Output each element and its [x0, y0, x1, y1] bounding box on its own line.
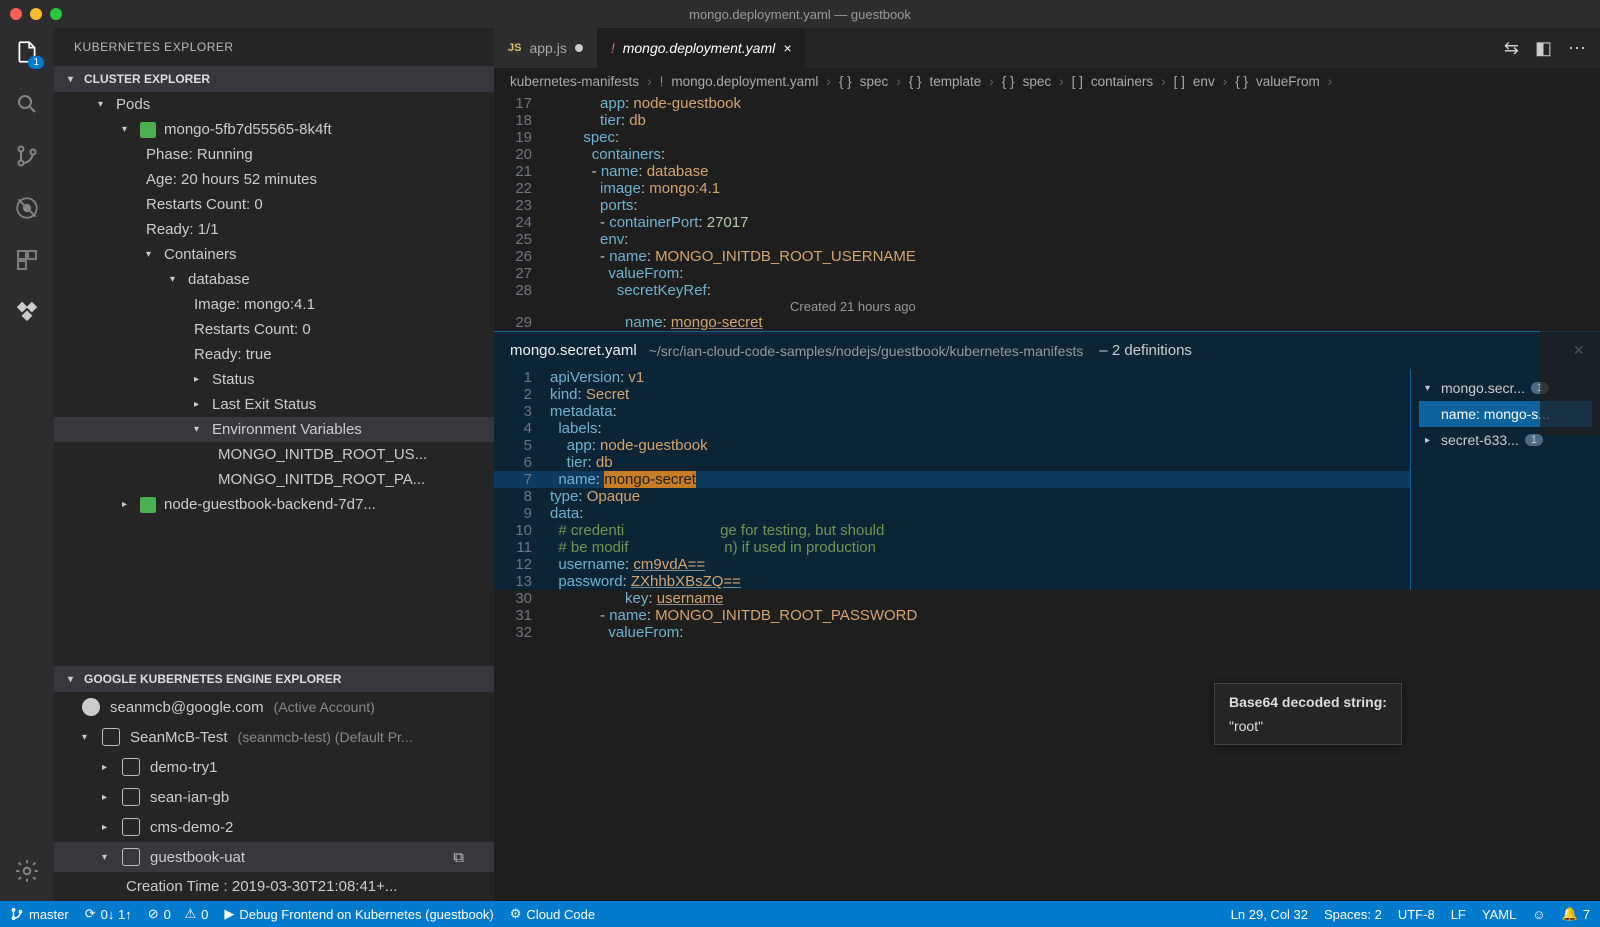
- debug-icon[interactable]: [13, 194, 41, 222]
- tree-env1[interactable]: MONGO_INITDB_ROOT_US...: [54, 442, 494, 467]
- peek-path: ~/src/ian-cloud-code-samples/nodejs/gues…: [649, 343, 1084, 359]
- gke-project[interactable]: ▾SeanMcB-Test(seanmcb-test) (Default Pr.…: [54, 722, 494, 752]
- gke-cluster-1[interactable]: ▸demo-try1: [54, 752, 494, 782]
- gke-creation: Creation Time : 2019-03-30T21:08:41+...: [54, 872, 494, 901]
- activity-bar: 1: [0, 28, 54, 901]
- cluster-icon: [122, 818, 140, 836]
- tree-lastexit[interactable]: ▸Last Exit Status: [54, 392, 494, 417]
- gke-cluster-4[interactable]: ▾guestbook-uat⧉: [54, 842, 494, 872]
- peek-filename[interactable]: mongo.secret.yaml: [510, 342, 637, 359]
- cluster-icon: [122, 848, 140, 866]
- tab-mongo-deployment[interactable]: !mongo.deployment.yaml×: [597, 28, 806, 68]
- window-controls: [10, 8, 62, 20]
- tree-database[interactable]: ▾database: [54, 267, 494, 292]
- tree-containers[interactable]: ▾Containers: [54, 242, 494, 267]
- tree-pods[interactable]: ▾Pods: [54, 92, 494, 117]
- project-icon: [102, 728, 120, 746]
- tree-status[interactable]: ▸Status: [54, 367, 494, 392]
- sidebar: KUBERNETES EXPLORER ▾CLUSTER EXPLORER ▾P…: [54, 28, 494, 901]
- secret-reference[interactable]: mongo-secret: [671, 314, 763, 331]
- close-window-icon[interactable]: [10, 8, 22, 20]
- peek-code[interactable]: 1apiVersion: v1 2kind: Secret 3metadata:…: [494, 369, 1410, 590]
- tree-phase: Phase: Running: [54, 142, 494, 167]
- open-external-icon[interactable]: ⧉: [453, 849, 464, 866]
- status-branch[interactable]: master: [10, 907, 69, 922]
- tree-c-restarts: Restarts Count: 0: [54, 317, 494, 342]
- status-language[interactable]: YAML: [1482, 907, 1516, 922]
- cluster-icon: [122, 788, 140, 806]
- tree-envvars[interactable]: ▾Environment Variables: [54, 417, 494, 442]
- editor-actions: ⇆ ◧ ⋯: [1490, 28, 1600, 68]
- search-icon[interactable]: [13, 90, 41, 118]
- titlebar: mongo.deployment.yaml — guestbook: [0, 0, 1600, 28]
- settings-gear-icon[interactable]: [13, 857, 41, 885]
- tree-pod[interactable]: ▾mongo-5fb7d55565-8k4ft: [54, 117, 494, 142]
- tree-env2[interactable]: MONGO_INITDB_ROOT_PA...: [54, 467, 494, 492]
- close-tab-icon[interactable]: ×: [783, 40, 791, 56]
- more-icon[interactable]: ⋯: [1568, 38, 1586, 59]
- hover-tooltip: Base64 decoded string: "root": [1214, 683, 1402, 745]
- tree-ready: Ready: 1/1: [54, 217, 494, 242]
- gke-account[interactable]: seanmcb@google.com(Active Account): [54, 692, 494, 722]
- tree-c-ready: Ready: true: [54, 342, 494, 367]
- explorer-icon[interactable]: 1: [13, 38, 41, 66]
- gke-explorer-header[interactable]: ▾GOOGLE KUBERNETES ENGINE EXPLORER: [54, 666, 494, 692]
- editor-area: JSapp.js !mongo.deployment.yaml× ⇆ ◧ ⋯ k…: [494, 28, 1600, 901]
- minimize-window-icon[interactable]: [30, 8, 42, 20]
- extensions-icon[interactable]: [13, 246, 41, 274]
- status-notifications[interactable]: 🔔7: [1562, 906, 1590, 922]
- cloud-code-icon[interactable]: [13, 298, 41, 326]
- sidebar-title: KUBERNETES EXPLORER: [54, 28, 494, 66]
- tab-appjs[interactable]: JSapp.js: [494, 28, 597, 68]
- gke-cluster-3[interactable]: ▸cms-demo-2: [54, 812, 494, 842]
- status-eol[interactable]: LF: [1451, 907, 1466, 922]
- status-feedback-icon[interactable]: ☺: [1532, 907, 1545, 922]
- tree-pod2[interactable]: ▸node-guestbook-backend-7d7...: [54, 492, 494, 517]
- account-icon: [82, 698, 100, 716]
- tree-restarts: Restarts Count: 0: [54, 192, 494, 217]
- gke-tree: seanmcb@google.com(Active Account) ▾Sean…: [54, 692, 494, 901]
- status-sync[interactable]: ⟳0↓ 1↑: [85, 906, 132, 922]
- codelens[interactable]: Created 21 hours ago: [550, 299, 916, 314]
- status-bar: master ⟳0↓ 1↑ ⊘0 ⚠0 ▶Debug Frontend on K…: [0, 901, 1600, 927]
- status-position[interactable]: Ln 29, Col 32: [1231, 907, 1308, 922]
- gke-cluster-2[interactable]: ▸sean-ian-gb: [54, 782, 494, 812]
- tooltip-title: Base64 decoded string:: [1229, 694, 1387, 710]
- split-editor-icon[interactable]: ◧: [1535, 38, 1552, 59]
- cluster-icon: [122, 758, 140, 776]
- window-title: mongo.deployment.yaml — guestbook: [689, 7, 911, 22]
- pod-icon: [140, 122, 156, 138]
- explorer-badge: 1: [28, 56, 44, 69]
- source-control-icon[interactable]: [13, 142, 41, 170]
- maximize-window-icon[interactable]: [50, 8, 62, 20]
- tree-age: Age: 20 hours 52 minutes: [54, 167, 494, 192]
- dirty-indicator-icon: [575, 44, 583, 52]
- cluster-explorer-header[interactable]: ▾CLUSTER EXPLORER: [54, 66, 494, 92]
- code-area[interactable]: 17 app: node-guestbook 18 tier: db 19 sp…: [494, 95, 1600, 901]
- peek-header: mongo.secret.yaml ~/src/ian-cloud-code-s…: [494, 332, 1600, 369]
- peek-view: mongo.secret.yaml ~/src/ian-cloud-code-s…: [494, 331, 1600, 590]
- cluster-tree: ▾Pods ▾mongo-5fb7d55565-8k4ft Phase: Run…: [54, 92, 494, 666]
- pod-icon: [140, 497, 156, 513]
- tooltip-value: "root": [1229, 718, 1387, 734]
- peek-defs: – 2 definitions: [1099, 342, 1192, 359]
- status-cloud-code[interactable]: ⚙Cloud Code: [510, 906, 595, 922]
- minimap[interactable]: [1540, 95, 1600, 435]
- status-problems[interactable]: ⊘0 ⚠0: [148, 906, 209, 922]
- status-spaces[interactable]: Spaces: 2: [1324, 907, 1382, 922]
- tree-image: Image: mongo:4.1: [54, 292, 494, 317]
- status-encoding[interactable]: UTF-8: [1398, 907, 1435, 922]
- breadcrumb[interactable]: kubernetes-manifests› !mongo.deployment.…: [494, 68, 1600, 95]
- editor-tabs: JSapp.js !mongo.deployment.yaml× ⇆ ◧ ⋯: [494, 28, 1600, 68]
- status-debug[interactable]: ▶Debug Frontend on Kubernetes (guestbook…: [224, 906, 493, 922]
- compare-icon[interactable]: ⇆: [1504, 38, 1519, 59]
